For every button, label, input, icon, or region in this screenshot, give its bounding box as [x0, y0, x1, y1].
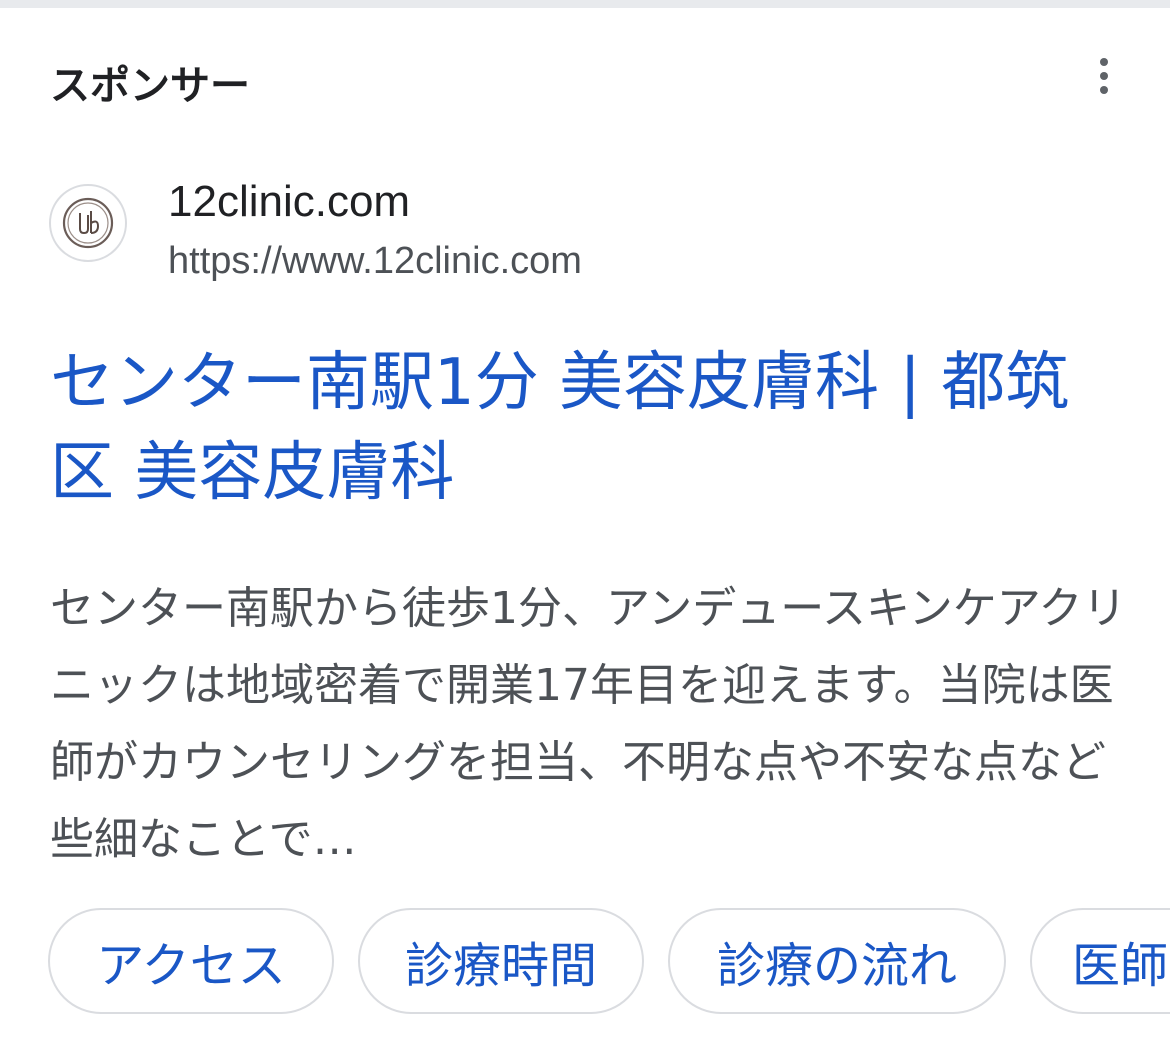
advertiser-url[interactable]: https://www.12clinic.com [168, 238, 582, 284]
more-vert-icon-dot-2 [1100, 72, 1108, 80]
sitelink-hours[interactable]: 診療時間 [358, 908, 644, 1014]
more-vert-icon-dot-1 [1100, 58, 1108, 66]
sitelink-doctor[interactable]: 医師 [1030, 908, 1170, 1014]
clinic-logo-icon[interactable] [49, 184, 127, 262]
sponsored-label: スポンサー [50, 63, 250, 109]
ad-headline-link[interactable]: センター南駅1分 美容皮膚科 | 都筑区 美容皮膚科 [50, 338, 1130, 518]
sitelinks-row: アクセス 診療時間 診療の流れ 医師 [48, 908, 1170, 1018]
more-vert-icon-dot-3 [1100, 86, 1108, 94]
advertiser-name[interactable]: 12clinic.com [168, 176, 410, 228]
sitelink-access[interactable]: アクセス [48, 908, 334, 1014]
sponsored-ad-card: スポンサー 12clinic.com https://www.12clinic.… [0, 8, 1170, 1062]
more-options-button[interactable] [1082, 54, 1126, 98]
sitelink-treatment-flow[interactable]: 診療の流れ [668, 908, 1006, 1014]
top-divider [0, 0, 1170, 8]
clinic-logo-icon-graphic [62, 197, 114, 249]
ad-description: センター南駅から徒歩1分、アンデュースキンケアクリニックは地域密着で開業17年目… [50, 583, 1127, 865]
